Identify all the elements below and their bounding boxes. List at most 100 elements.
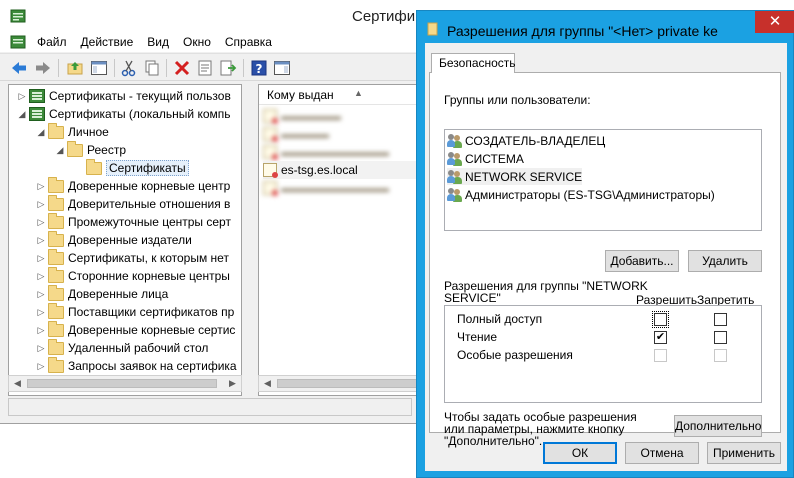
folder-icon [67,140,83,157]
menu-help[interactable]: Справка [218,32,279,52]
show-hide-tree-icon[interactable] [90,59,108,77]
tree-node[interactable]: ▷ Доверительные отношения в [36,194,230,213]
add-button[interactable]: Добавить... [605,250,679,272]
collapsed-arrow-icon[interactable]: ▷ [17,91,27,102]
certificate-icon [263,163,278,178]
expanded-arrow-icon[interactable]: ◢ [36,127,46,138]
ok-button[interactable]: ОК [543,442,617,464]
toolbar-separator [58,59,59,77]
toolbar-separator [114,59,115,77]
tree-node[interactable]: ◢ Личное [36,122,109,141]
permission-row: Особые разрешения [445,346,761,364]
tree-node[interactable]: ▷ Удаленный рабочий стол [36,338,208,357]
advanced-button[interactable]: Дополнительно [674,415,762,437]
list-item-label: ▬▬▬▬▬ [281,109,341,123]
remove-button[interactable]: Удалить [688,250,762,272]
collapsed-arrow-icon[interactable]: ▷ [36,325,46,336]
collapsed-arrow-icon[interactable]: ▷ [36,307,46,318]
security-tab-panel: Группы или пользователи: СОЗДАТЕЛЬ-ВЛАДЕ… [429,72,781,447]
tree-node[interactable]: ▷ Доверенные корневые сертис [36,320,236,339]
cancel-button[interactable]: Отмена [625,442,699,464]
folder-icon [427,22,438,36]
scroll-thumb[interactable] [27,379,217,388]
svg-text:?: ? [256,62,263,76]
copy-icon[interactable] [143,59,161,77]
user-list-item[interactable]: Администраторы (ES-TSG\Администраторы) [447,186,715,203]
folder-icon [48,230,64,247]
tree-node[interactable]: ▷ Поставщики сертификатов пр [36,302,234,321]
delete-icon[interactable] [173,59,191,77]
tree-node-label: Доверенные корневые центр [68,179,231,193]
tree-node[interactable]: ▷ Сертификаты - текущий пользов [17,87,231,105]
certificate-list[interactable]: Кому выдан ▲ ▬▬▬▬▬ ▬▬▬▬ ▬▬▬▬▬▬▬▬▬ es-tsg.es… [258,84,420,396]
collapsed-arrow-icon[interactable]: ▷ [36,217,46,228]
collapsed-arrow-icon[interactable]: ▷ [36,271,46,282]
action-pane-icon[interactable] [273,59,291,77]
up-folder-icon[interactable] [66,59,84,77]
tree-node-label: Промежуточные центры серт [68,215,231,229]
forward-arrow-icon[interactable] [34,59,52,77]
collapsed-arrow-icon[interactable]: ▷ [36,343,46,354]
export-list-icon[interactable] [219,59,237,77]
user-list-item[interactable]: СОЗДАТЕЛЬ-ВЛАДЕЛЕЦ [447,132,605,149]
collapsed-arrow-icon[interactable]: ▷ [36,361,46,372]
tree-node[interactable]: ▷ Доверенные корневые центр [36,176,231,195]
menu-view[interactable]: Вид [140,32,176,52]
list-item[interactable]: ▬▬▬▬▬▬▬▬▬ [263,179,417,197]
list-item[interactable]: ▬▬▬▬▬▬▬▬▬ [263,143,417,161]
folder-icon [48,212,64,229]
tree-node-label: Реестр [87,143,126,157]
tree-node-label: Доверенные корневые сертис [68,323,236,337]
apply-button[interactable]: Применить [707,442,781,464]
expanded-arrow-icon[interactable]: ◢ [55,145,65,156]
user-list-item[interactable]: СИСТЕМА [447,150,524,167]
cut-icon[interactable] [120,59,138,77]
list-item[interactable]: es-tsg.es.local [263,161,417,179]
groups-users-list[interactable]: СОЗДАТЕЛЬ-ВЛАДЕЛЕЦ СИСТЕМА NETWORK SERVICE… [444,129,762,231]
menu-action[interactable]: Действие [74,32,141,52]
properties-icon[interactable] [196,59,214,77]
expanded-arrow-icon[interactable]: ◢ [17,109,27,120]
tree-node[interactable]: ▷ Сертификаты, к которым нет [36,248,229,267]
close-button[interactable]: ✕ [755,11,794,33]
permissions-for-label: Разрешения для группы "NETWORK SERVICE" [444,279,648,305]
scroll-thumb[interactable] [277,379,417,388]
column-header-issued-to[interactable]: Кому выдан ▲ [259,85,419,105]
collapsed-arrow-icon[interactable]: ▷ [36,235,46,246]
console-tree[interactable]: ▷ Сертификаты - текущий пользов ◢ Сертифика… [8,84,242,396]
tree-node[interactable]: ◢ Реестр [55,140,126,159]
list-item[interactable]: ▬▬▬▬▬ [263,107,417,125]
tree-node[interactable]: ◢ Сертификаты (локальный компь [17,105,231,123]
scroll-left-icon[interactable]: ◀ [9,376,26,391]
scroll-left-icon[interactable]: ◀ [259,376,276,391]
cert-store-icon [29,107,45,121]
scroll-right-icon[interactable]: ▶ [224,376,241,391]
menu-file[interactable]: Файл [30,32,74,52]
mmc-system-menu-icon[interactable] [10,34,26,50]
deny-checkbox[interactable] [714,331,727,344]
user-list-item[interactable]: NETWORK SERVICE [447,168,583,185]
list-horizontal-scrollbar[interactable]: ◀ [258,375,420,392]
help-icon[interactable]: ? [250,59,268,77]
back-arrow-icon[interactable] [10,59,28,77]
mmc-window: Сертификаты Файл Действие Вид Окно Справ… [0,0,448,424]
tree-node[interactable]: ▷ Доверенные лица [36,284,168,303]
tree-node[interactable]: Сертификаты [74,158,189,177]
tree-node[interactable]: ▷ Запросы заявок на сертифика [36,356,237,375]
collapsed-arrow-icon[interactable]: ▷ [36,289,46,300]
tree-node[interactable]: ▷ Сторонние корневые центры [36,266,230,285]
user-list-item-label: NETWORK SERVICE [465,169,583,184]
tree-node[interactable]: ▷ Промежуточные центры серт [36,212,231,231]
folder-icon [48,320,64,337]
collapsed-arrow-icon[interactable]: ▷ [36,253,46,264]
allow-checkbox[interactable] [652,311,669,328]
menu-window[interactable]: Окно [176,32,218,52]
list-item[interactable]: ▬▬▬▬ [263,125,417,143]
collapsed-arrow-icon[interactable]: ▷ [36,181,46,192]
tree-horizontal-scrollbar[interactable]: ◀ ▶ [8,375,242,392]
collapsed-arrow-icon[interactable]: ▷ [36,199,46,210]
tab-security[interactable]: Безопасность [431,53,516,73]
allow-checkbox[interactable]: ✔ [654,331,667,344]
deny-checkbox[interactable] [714,313,727,326]
tree-node[interactable]: ▷ Доверенные издатели [36,230,192,249]
